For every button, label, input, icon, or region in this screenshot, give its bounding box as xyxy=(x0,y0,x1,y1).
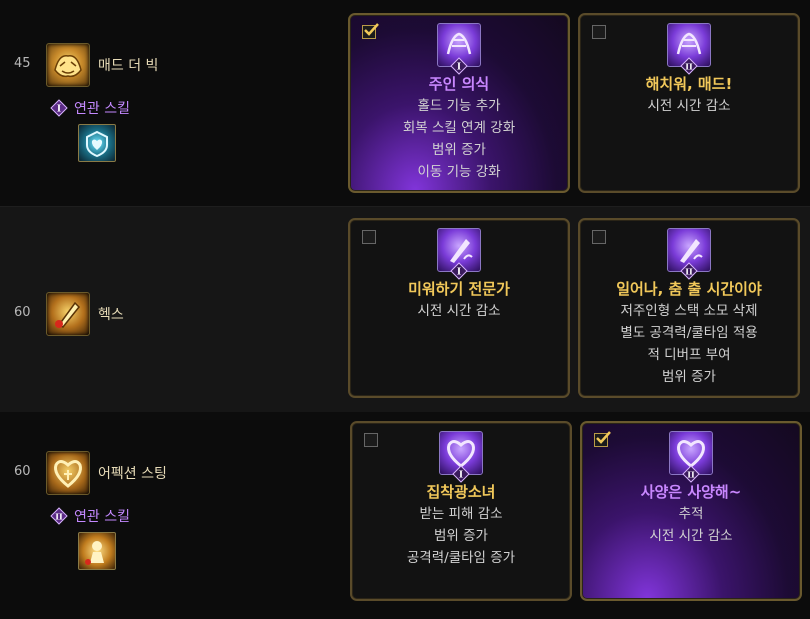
effect-line: 시전 시간 감소 xyxy=(649,528,733,544)
tripod-option-icon: II xyxy=(667,23,711,75)
skill-level: 45 xyxy=(14,56,31,71)
option-checkbox[interactable] xyxy=(592,230,606,244)
option-checkbox[interactable] xyxy=(362,230,376,244)
effect-line: 시전 시간 감소 xyxy=(417,303,501,319)
option-checkbox[interactable] xyxy=(594,431,611,447)
svg-text:II: II xyxy=(685,267,693,277)
related-skill: II 연관 스킬 xyxy=(50,506,130,526)
option-effects: 홀드 기능 추가 회복 스킬 연계 강화 범위 증가 이동 기능 강화 xyxy=(350,95,568,183)
svg-text:II: II xyxy=(687,470,695,480)
related-skill: I 연관 스킬 xyxy=(50,98,130,118)
svg-text:I: I xyxy=(459,471,463,481)
effect-line: 이동 기능 강화 xyxy=(417,164,501,180)
affection-sting-icon[interactable] xyxy=(46,451,90,495)
svg-text:I: I xyxy=(57,105,61,115)
heart-shield-icon[interactable] xyxy=(78,124,116,162)
hex-icon[interactable] xyxy=(46,292,90,336)
option-title: 해치워, 매드! xyxy=(645,75,733,93)
effect-line: 범위 증가 xyxy=(662,369,716,385)
effect-line: 별도 공격력/쿨타임 적용 xyxy=(620,325,758,341)
option-title: 일어나, 춤 출 시간이야 xyxy=(616,280,762,298)
tripod-row-3: 60 어펙션 스팅 II 연관 스킬 I 집착광소녀 받는 피해 감소 범위 증… xyxy=(0,412,810,619)
effect-line: 회복 스킬 연계 강화 xyxy=(402,120,516,136)
effect-line: 적 디버프 부여 xyxy=(647,347,731,363)
related-skill-label: 연관 스킬 xyxy=(74,101,130,117)
tripod-option-card[interactable]: II 사양은 사양해~ 추적 시전 시간 감소 xyxy=(580,421,802,601)
option-effects: 저주인형 스택 소모 삭제 별도 공격력/쿨타임 적용 적 디버프 부여 범위 … xyxy=(580,300,798,388)
tripod-option-icon: I xyxy=(439,431,483,483)
tripod-option-card[interactable]: I 집착광소녀 받는 피해 감소 범위 증가 공격력/쿨타임 증가 xyxy=(350,421,572,601)
option-checkbox[interactable] xyxy=(362,23,379,39)
skill-name: 헥스 xyxy=(98,307,124,323)
effect-line: 시전 시간 감소 xyxy=(647,98,731,114)
effect-line: 받는 피해 감소 xyxy=(419,506,503,522)
option-effects: 추적 시전 시간 감소 xyxy=(582,503,800,547)
effect-line: 홀드 기능 추가 xyxy=(417,98,501,114)
tripod-option-card[interactable]: II 해치워, 매드! 시전 시간 감소 xyxy=(578,13,800,193)
tripod-option-icon: I xyxy=(437,23,481,75)
tripod-option-icon: II xyxy=(667,228,711,280)
effect-line: 저주인형 스택 소모 삭제 xyxy=(620,303,758,319)
tripod-option-card[interactable]: II 일어나, 춤 출 시간이야 저주인형 스택 소모 삭제 별도 공격력/쿨타… xyxy=(578,218,800,398)
svg-text:I: I xyxy=(457,63,461,73)
option-title: 미워하기 전문가 xyxy=(408,280,510,298)
tripod-option-card[interactable]: I 미워하기 전문가 시전 시간 감소 xyxy=(348,218,570,398)
effect-line: 공격력/쿨타임 증가 xyxy=(406,550,516,566)
skill-level: 60 xyxy=(14,305,31,320)
rune-1-icon: I xyxy=(50,99,68,117)
option-effects: 받는 피해 감소 범위 증가 공격력/쿨타임 증가 xyxy=(352,503,570,569)
option-title: 집착광소녀 xyxy=(426,483,496,501)
skill-level: 60 xyxy=(14,464,31,479)
tripod-option-card[interactable]: I 주인 의식 홀드 기능 추가 회복 스킬 연계 강화 범위 증가 이동 기능… xyxy=(348,13,570,193)
related-skill-label: 연관 스킬 xyxy=(74,509,130,525)
option-checkbox[interactable] xyxy=(592,25,606,39)
tripod-option-icon: I xyxy=(437,228,481,280)
option-effects: 시전 시간 감소 xyxy=(580,95,798,117)
option-checkbox[interactable] xyxy=(364,433,378,447)
effect-line: 추적 xyxy=(678,506,704,522)
tripod-row-2: 60 헥스 I 미워하기 전문가 시전 시간 감소 II 일어나, 춤 출 시간… xyxy=(0,206,810,414)
rune-2-icon: II xyxy=(50,507,68,525)
svg-text:II: II xyxy=(55,512,63,522)
option-title: 사양은 사양해~ xyxy=(640,483,742,501)
svg-text:I: I xyxy=(457,268,461,278)
effect-line: 범위 증가 xyxy=(432,142,486,158)
effect-line: 범위 증가 xyxy=(434,528,488,544)
golden-doll-icon[interactable] xyxy=(78,532,116,570)
checkmark-icon xyxy=(596,431,611,444)
mad-the-big-icon[interactable] xyxy=(46,43,90,87)
option-effects: 시전 시간 감소 xyxy=(350,300,568,322)
skill-name: 어펙션 스팅 xyxy=(98,466,167,482)
checkmark-icon xyxy=(364,23,379,36)
option-title: 주인 의식 xyxy=(428,75,490,93)
skill-name: 매드 더 빅 xyxy=(98,58,159,74)
svg-text:II: II xyxy=(685,62,693,72)
tripod-row-1: 45 매드 더 빅 I 연관 스킬 I 주인 의식 홀드 기능 추가 회복 스킬… xyxy=(0,0,810,206)
tripod-option-icon: II xyxy=(669,431,713,483)
